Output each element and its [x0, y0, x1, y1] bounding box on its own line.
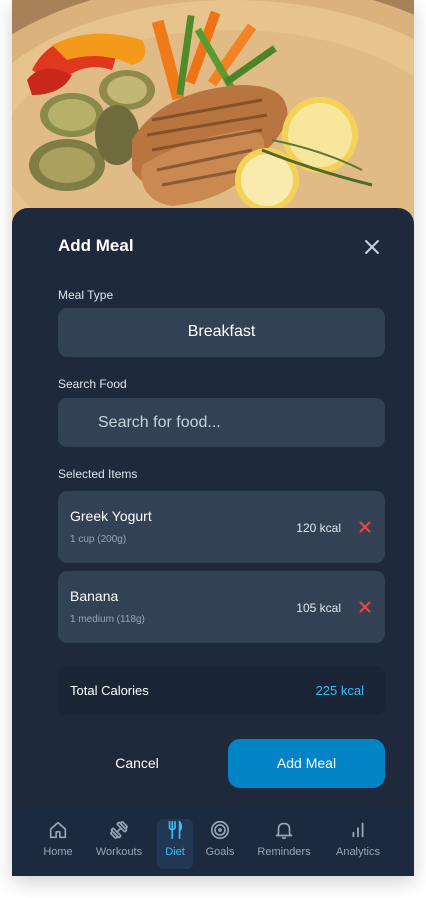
nav-label: Home — [43, 846, 73, 858]
home-icon — [49, 821, 67, 839]
selected-item: Greek Yogurt 1 cup (200g) 120 kcal — [58, 491, 385, 563]
remove-icon — [359, 601, 371, 613]
nav-label: Analytics — [335, 846, 381, 858]
dumbbell-icon — [110, 821, 128, 839]
sheet-title: Add Meal — [58, 236, 134, 255]
nav-label: Reminders — [257, 846, 311, 858]
meal-type-select[interactable]: Breakfast — [58, 308, 385, 357]
cancel-button[interactable]: Cancel — [58, 739, 216, 788]
item-calories: 105 kcal — [296, 601, 341, 615]
item-portion: 1 cup (200g) — [70, 534, 127, 545]
bottom-nav: Home Workouts Diet Goals Reminders Analy… — [12, 808, 414, 876]
meal-type-label: Meal Type — [58, 288, 114, 302]
nav-label: Goals — [205, 846, 235, 858]
app-screen: Add Meal Meal Type Breakfast Search Food… — [12, 0, 414, 876]
bar-chart-icon — [352, 822, 364, 838]
item-portion: 1 medium (118g) — [70, 614, 145, 625]
close-icon — [365, 240, 379, 254]
meal-photo — [12, 0, 414, 226]
bell-icon — [275, 822, 293, 840]
search-input[interactable] — [98, 398, 368, 447]
total-calories-bar: Total Calories 225 kcal — [58, 666, 385, 715]
nav-goals[interactable]: Goals — [202, 819, 238, 869]
selected-items-label: Selected Items — [58, 467, 138, 481]
nav-workouts[interactable]: Workouts — [92, 819, 146, 869]
search-food-label: Search Food — [58, 377, 127, 391]
add-meal-button[interactable]: Add Meal — [228, 739, 385, 788]
search-food-field[interactable] — [58, 398, 385, 447]
meal-type-value: Breakfast — [187, 323, 256, 340]
nav-label: Diet — [165, 846, 185, 858]
target-icon — [210, 820, 230, 840]
nav-analytics[interactable]: Analytics — [332, 819, 384, 869]
total-calories-label: Total Calories — [70, 683, 149, 698]
item-calories: 120 kcal — [296, 521, 341, 535]
nav-home[interactable]: Home — [37, 819, 79, 869]
remove-icon — [359, 521, 371, 533]
add-meal-sheet: Add Meal Meal Type Breakfast Search Food… — [12, 208, 414, 808]
nav-reminders[interactable]: Reminders — [252, 819, 316, 869]
nav-diet[interactable]: Diet — [157, 819, 193, 869]
selected-item: Banana 1 medium (118g) 105 kcal — [58, 571, 385, 643]
nav-label: Workouts — [95, 846, 143, 858]
close-button[interactable] — [358, 233, 386, 261]
total-calories-value: 225 kcal — [315, 683, 364, 698]
remove-item-button[interactable] — [357, 519, 373, 535]
item-name: Banana — [70, 588, 119, 604]
item-name: Greek Yogurt — [70, 508, 152, 524]
utensils-icon — [168, 820, 183, 840]
remove-item-button[interactable] — [357, 599, 373, 615]
